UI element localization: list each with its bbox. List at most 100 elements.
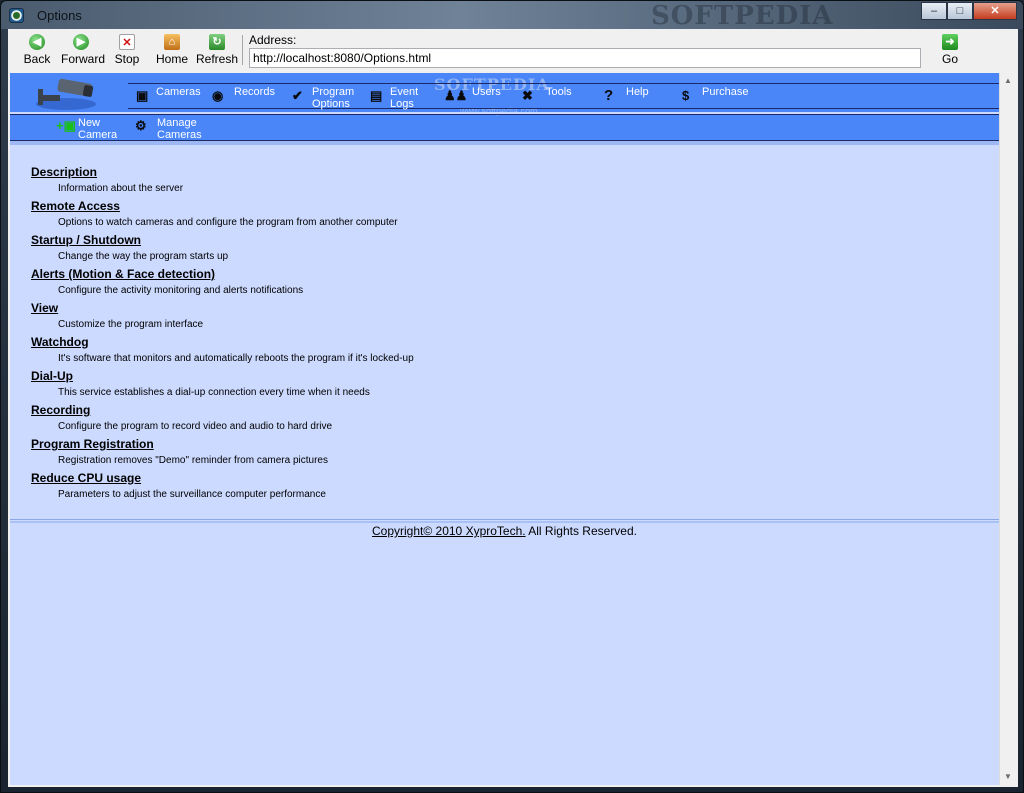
list-item: Remote Access Options to watch cameras a… xyxy=(31,199,398,228)
nav-help-label: Help xyxy=(626,86,649,98)
subnav-new-camera-label-1: New xyxy=(78,117,101,129)
nav-program-options-label-2: Options xyxy=(312,98,350,110)
option-link-remote-access[interactable]: Remote Access xyxy=(31,199,120,213)
list-item: Alerts (Motion & Face detection) Configu… xyxy=(31,267,303,296)
back-button[interactable]: ◀ Back xyxy=(20,34,54,68)
go-button[interactable]: ➜ Go xyxy=(938,34,962,68)
list-item: Startup / Shutdown Change the way the pr… xyxy=(31,233,228,262)
browser-toolbar: ◀ Back ▶ Forward ✕ Stop ⌂ Home ↻ Refresh… xyxy=(8,29,1018,71)
nav-rule-top xyxy=(128,83,999,84)
option-link-watchdog[interactable]: Watchdog xyxy=(31,335,89,349)
users-icon: ♟♟ xyxy=(444,88,468,103)
option-desc: Configure the program to record video an… xyxy=(58,421,333,432)
home-icon: ⌂ xyxy=(164,34,180,50)
forward-label: Forward xyxy=(61,52,106,66)
stop-label: Stop xyxy=(114,52,140,66)
nav-help[interactable]: ? Help xyxy=(604,86,670,108)
nav-header: SOFTPEDIA www.softpedia.com ▣ Cameras ◉ … xyxy=(10,73,999,145)
footer: Copyright© 2010 XyproTech. All Rights Re… xyxy=(10,524,999,538)
scroll-up-icon[interactable]: ▲ xyxy=(1003,76,1013,86)
list-item: Program Registration Registration remove… xyxy=(31,437,328,466)
app-icon[interactable] xyxy=(9,8,24,23)
checkmark-icon: ✔ xyxy=(292,88,303,103)
option-link-description[interactable]: Description xyxy=(31,165,97,179)
option-desc: This service establishes a dial-up conne… xyxy=(58,387,370,398)
list-item: Dial-Up This service establishes a dial-… xyxy=(31,369,370,398)
nav-event-logs[interactable]: ▤ Event Logs xyxy=(370,86,436,110)
option-link-program-registration[interactable]: Program Registration xyxy=(31,437,154,451)
minimize-button[interactable]: – xyxy=(921,2,947,20)
toolbar-separator xyxy=(242,35,243,65)
copyright-link[interactable]: Copyright© 2010 XyproTech. xyxy=(372,524,526,538)
nav-records[interactable]: ◉ Records xyxy=(212,86,284,108)
nav-users-label: Users xyxy=(472,86,501,98)
camera-logo-icon xyxy=(36,78,96,110)
minimize-icon: – xyxy=(930,5,938,17)
subnav-new-camera[interactable]: +▣ New Camera xyxy=(56,117,126,141)
stop-icon: ✕ xyxy=(119,34,135,50)
option-desc: Parameters to adjust the surveillance co… xyxy=(58,489,326,500)
maximize-button[interactable]: □ xyxy=(947,2,973,20)
dollar-icon: $ xyxy=(682,88,690,103)
option-link-dial-up[interactable]: Dial-Up xyxy=(31,369,73,383)
nav-event-logs-label-2: Logs xyxy=(390,98,414,110)
option-link-reduce-cpu[interactable]: Reduce CPU usage xyxy=(31,471,141,485)
option-desc: Customize the program interface xyxy=(58,319,204,330)
home-button[interactable]: ⌂ Home xyxy=(156,34,188,68)
list-item: View Customize the program interface xyxy=(31,301,203,330)
vertical-scrollbar[interactable]: ▲ ▼ xyxy=(999,73,1016,785)
list-item: Recording Configure the program to recor… xyxy=(31,403,332,432)
option-desc: Options to watch cameras and configure t… xyxy=(58,217,398,228)
home-label: Home xyxy=(156,52,189,66)
option-desc: It's software that monitors and automati… xyxy=(58,353,414,364)
address-input[interactable] xyxy=(249,48,921,68)
nav-purchase-label: Purchase xyxy=(702,86,749,98)
title-bar[interactable]: Options SOFTPEDIA – □ ✕ xyxy=(1,1,1023,31)
subnav-manage-cameras[interactable]: ⚙ Manage Cameras xyxy=(135,117,215,141)
back-label: Back xyxy=(23,52,51,66)
close-icon: ✕ xyxy=(990,5,1000,17)
footer-rule-shadow xyxy=(10,521,999,523)
address-label: Address: xyxy=(249,33,297,47)
refresh-label: Refresh xyxy=(196,52,239,66)
manage-cameras-icon: ⚙ xyxy=(135,118,147,133)
subnav-bottom-border xyxy=(10,141,999,145)
nav-event-logs-label-1: Event xyxy=(390,86,419,98)
client-area: ◀ Back ▶ Forward ✕ Stop ⌂ Home ↻ Refresh… xyxy=(8,29,1018,787)
close-button[interactable]: ✕ xyxy=(973,2,1017,20)
new-camera-icon: +▣ xyxy=(56,118,76,133)
list-item: Description Information about the server xyxy=(31,165,183,194)
nav-purchase[interactable]: $ Purchase xyxy=(682,86,764,108)
rights-text: All Rights Reserved. xyxy=(525,524,637,538)
footer-rule xyxy=(10,519,999,520)
nav-program-options-label-1: Program xyxy=(312,86,355,98)
refresh-button[interactable]: ↻ Refresh xyxy=(196,34,238,68)
go-arrow-icon: ➜ xyxy=(942,34,958,50)
nav-program-options[interactable]: ✔ Program Options xyxy=(292,86,364,110)
maximize-icon: □ xyxy=(956,5,964,17)
web-viewport[interactable]: SOFTPEDIA www.softpedia.com ▣ Cameras ◉ … xyxy=(10,73,999,785)
option-desc: Information about the server xyxy=(58,183,184,194)
stop-button[interactable]: ✕ Stop xyxy=(112,34,142,68)
back-arrow-icon: ◀ xyxy=(29,34,45,50)
option-desc: Registration removes "Demo" reminder fro… xyxy=(58,455,328,466)
list-item: Watchdog It's software that monitors and… xyxy=(31,335,414,364)
scroll-down-icon[interactable]: ▼ xyxy=(1003,772,1013,782)
option-link-alerts[interactable]: Alerts (Motion & Face detection) xyxy=(31,267,215,281)
forward-button[interactable]: ▶ Forward xyxy=(61,34,106,68)
option-link-startup-shutdown[interactable]: Startup / Shutdown xyxy=(31,233,141,247)
window-title: Options xyxy=(37,8,82,23)
nav-tools[interactable]: ✖ Tools xyxy=(522,86,592,108)
tools-icon: ✖ xyxy=(522,88,533,103)
nav-users[interactable]: ♟♟ Users xyxy=(444,86,516,108)
option-link-recording[interactable]: Recording xyxy=(31,403,90,417)
option-link-view[interactable]: View xyxy=(31,301,58,315)
nav-rule-bottom xyxy=(128,108,999,109)
subnav-manage-cameras-label-1: Manage xyxy=(157,117,197,129)
softpedia-watermark: SOFTPEDIA xyxy=(651,1,834,31)
forward-arrow-icon: ▶ xyxy=(73,34,89,50)
option-desc: Configure the activity monitoring and al… xyxy=(58,285,304,296)
nav-cameras[interactable]: ▣ Cameras xyxy=(136,86,216,108)
refresh-icon: ↻ xyxy=(209,34,225,50)
help-icon: ? xyxy=(604,87,614,104)
